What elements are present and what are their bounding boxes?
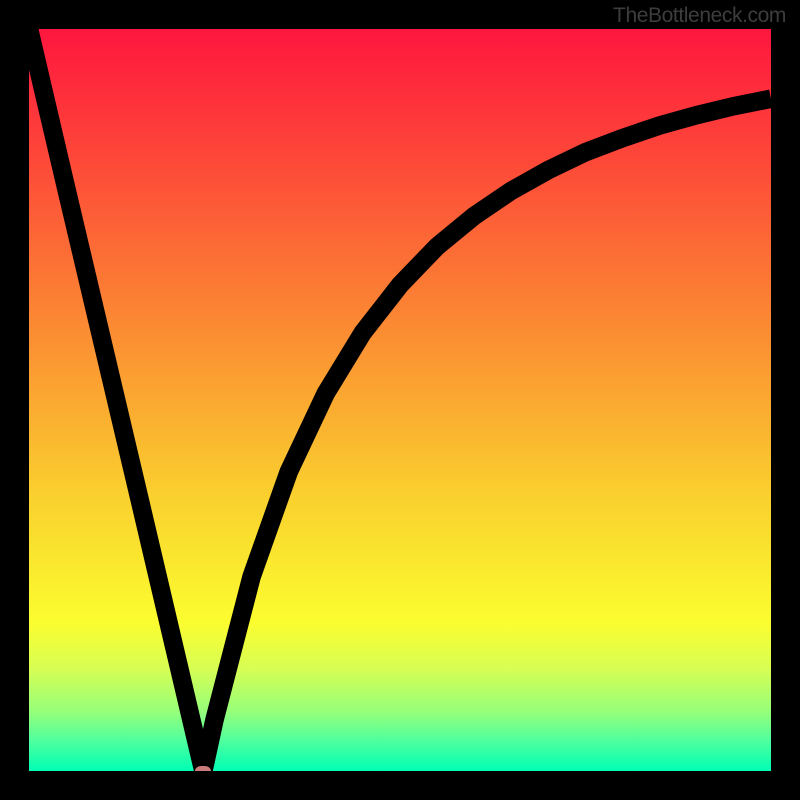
chart-container: TheBottleneck.com (0, 0, 800, 800)
watermark-text: TheBottleneck.com (613, 4, 786, 28)
plot-frame (29, 29, 771, 771)
bottleneck-curve (29, 29, 771, 771)
optimal-point-marker (195, 766, 211, 771)
